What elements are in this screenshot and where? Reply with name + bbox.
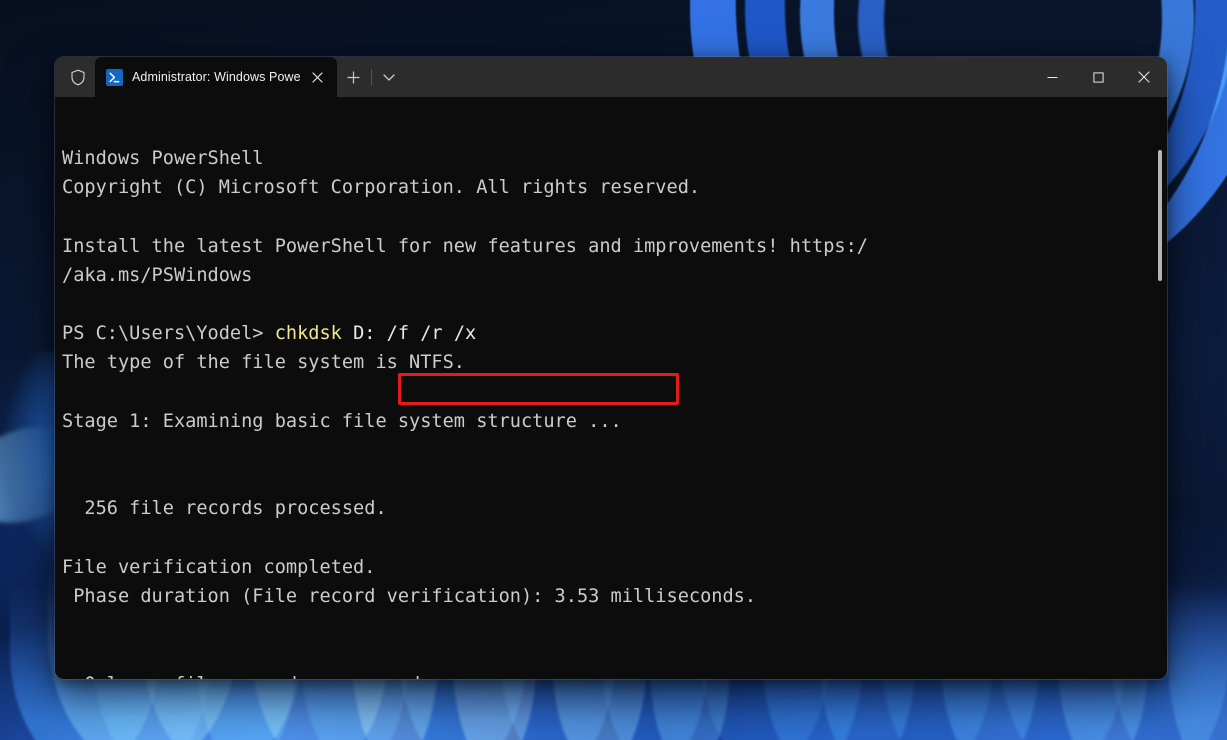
minimize-button[interactable]	[1029, 57, 1075, 97]
scrollbar[interactable]	[1154, 97, 1164, 679]
close-button[interactable]	[1121, 57, 1167, 97]
close-icon[interactable]	[305, 64, 331, 90]
terminal-output-area[interactable]: Windows PowerShell Copyright (C) Microso…	[55, 97, 1167, 679]
shield-icon	[55, 57, 95, 97]
terminal-text: Windows PowerShell Copyright (C) Microso…	[62, 144, 868, 679]
chevron-down-icon[interactable]	[372, 57, 406, 97]
window-controls	[1029, 57, 1167, 97]
scrollbar-thumb[interactable]	[1158, 150, 1162, 281]
command-arguments: D: /f /r /x	[342, 323, 476, 344]
title-bar[interactable]: Administrator: Windows Powe	[55, 57, 1167, 97]
titlebar-drag-region[interactable]	[406, 57, 1029, 97]
screen: Administrator: Windows Powe	[0, 0, 1227, 740]
wallpaper-streak	[1168, 575, 1227, 740]
powershell-icon	[106, 69, 123, 86]
maximize-button[interactable]	[1075, 57, 1121, 97]
terminal-prompt: PS C:\Users\Yodel>	[62, 323, 275, 344]
new-tab-button[interactable]	[337, 57, 371, 97]
terminal-window[interactable]: Administrator: Windows Powe	[55, 57, 1167, 679]
tab-title: Administrator: Windows Powe	[132, 70, 301, 84]
command-keyword: chkdsk	[275, 323, 342, 344]
tab-administrator-windows-powershell[interactable]: Administrator: Windows Powe	[95, 57, 337, 97]
terminal-header-lines: Windows PowerShell Copyright (C) Microso…	[62, 148, 868, 286]
terminal-result-lines: The type of the file system is NTFS. Sta…	[62, 352, 756, 679]
